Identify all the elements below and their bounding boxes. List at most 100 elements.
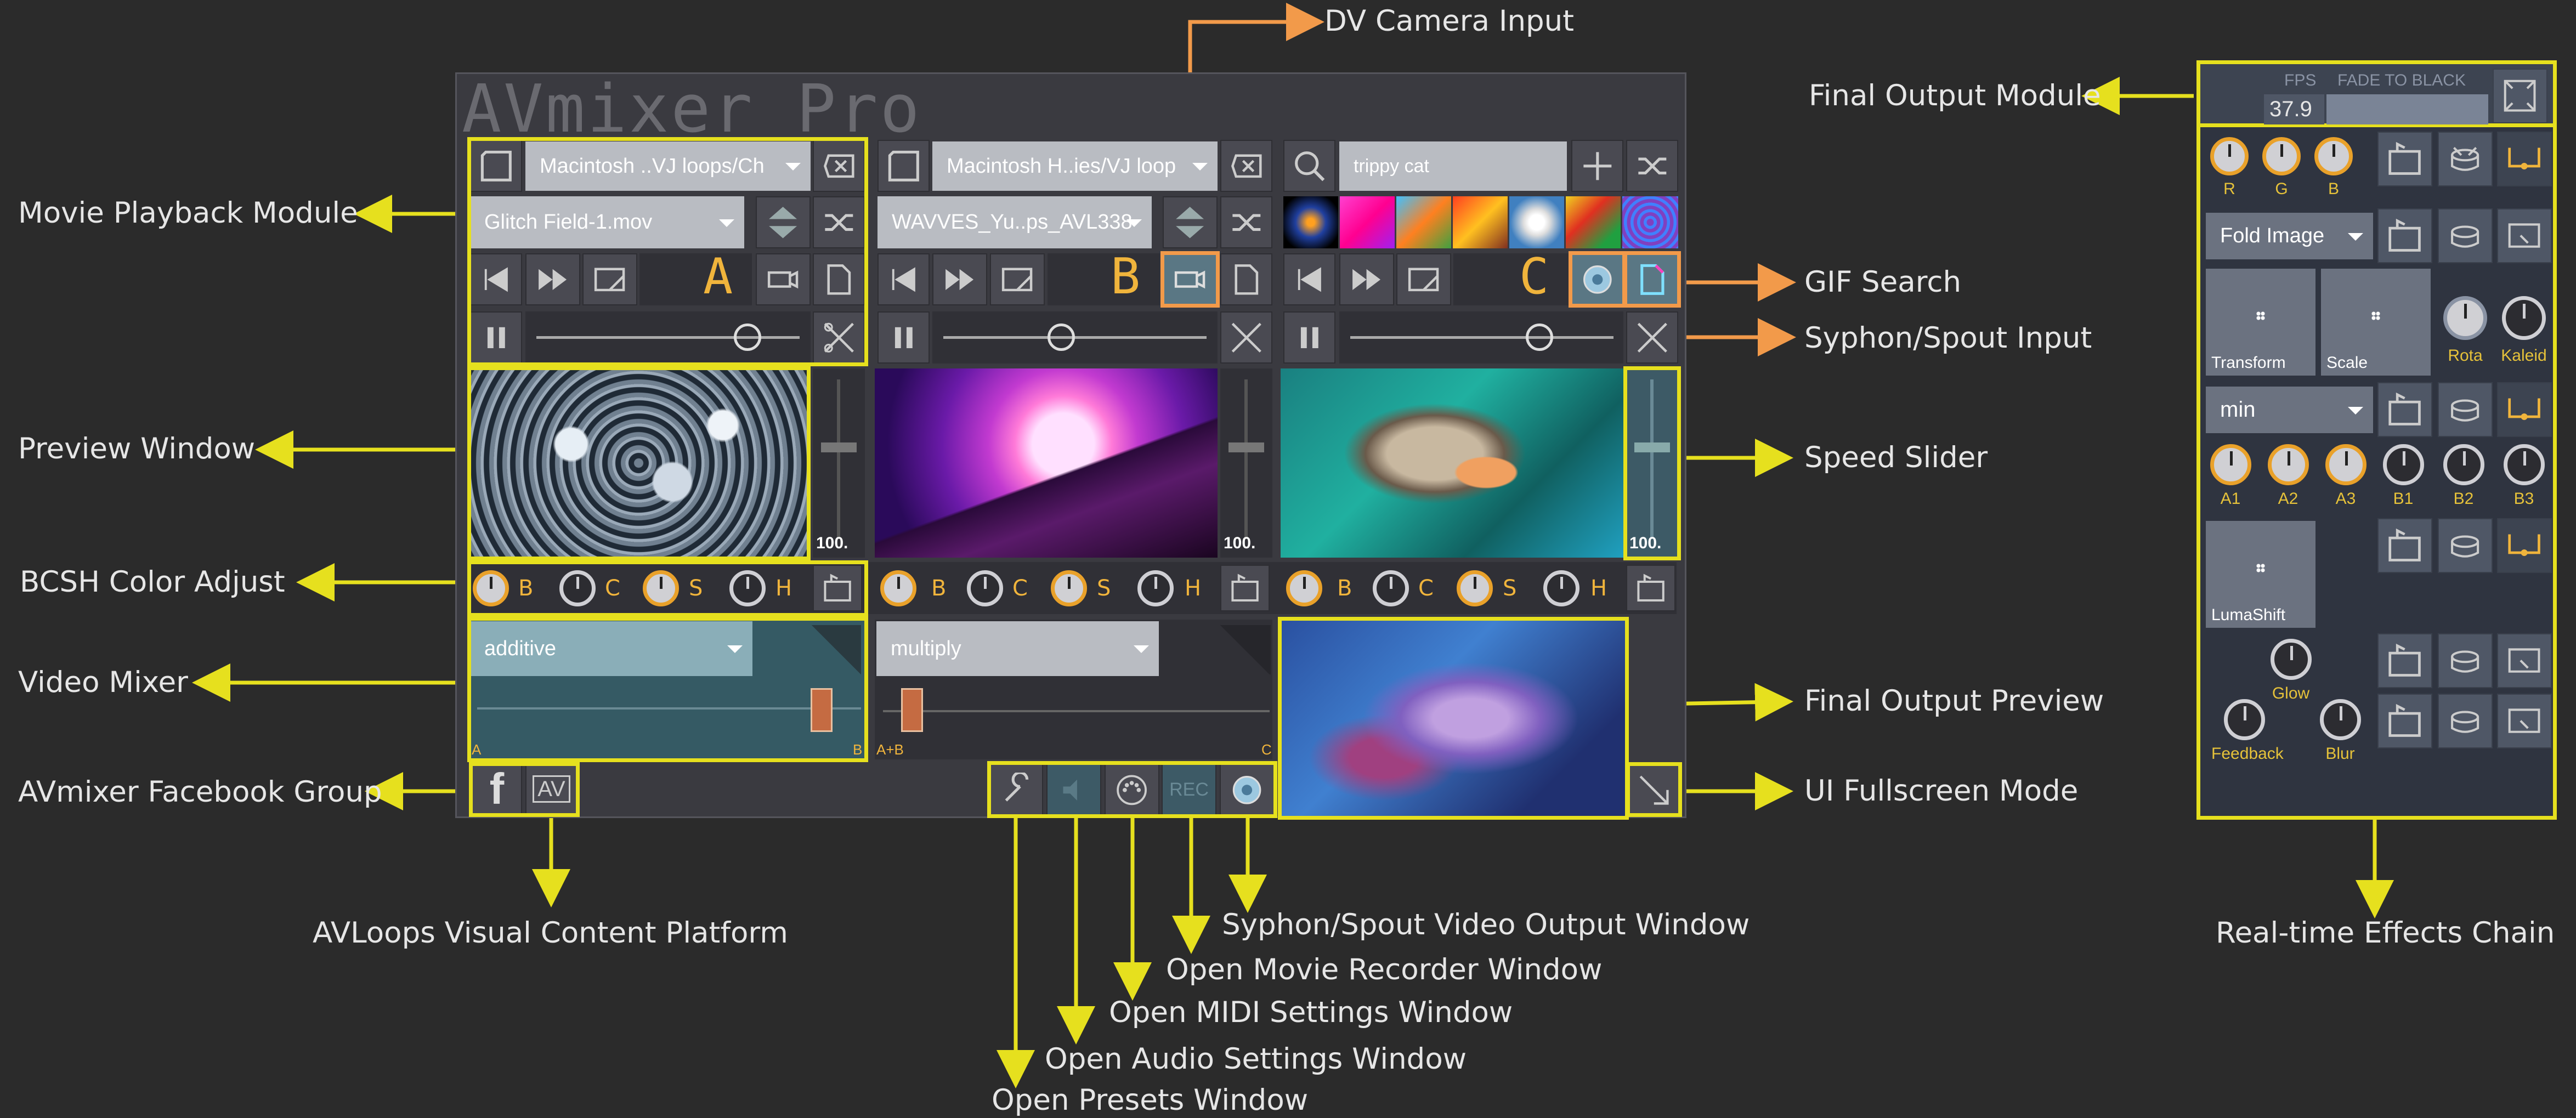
a3-knob[interactable] [2325, 444, 2366, 485]
deck-c-brightness-knob[interactable] [1286, 570, 1322, 606]
glow-knob[interactable] [2271, 639, 2312, 680]
deck-b-eject-button[interactable] [1220, 140, 1272, 192]
deck-b-rewind-button[interactable] [877, 253, 930, 305]
gif-search-icon-button[interactable] [1283, 140, 1335, 192]
mixer-abc-blend-select[interactable]: multiply [876, 621, 1159, 676]
lumashift-pad[interactable]: LumaShift [2206, 521, 2315, 628]
fade-to-black-slider[interactable] [2326, 94, 2488, 124]
annotation-dv-camera: DV Camera Input [1324, 4, 1575, 38]
effect1-select[interactable]: Fold Image [2206, 213, 2373, 259]
chevron-down-icon [2348, 406, 2363, 415]
deck-c-pause-button[interactable] [1283, 311, 1335, 364]
deck-b-fast-forward-button[interactable] [932, 253, 987, 305]
reset-icon [1231, 574, 1259, 602]
gif-thumbnail[interactable] [1509, 196, 1564, 248]
deck-b-loop-button[interactable] [990, 253, 1045, 305]
transform-pad[interactable]: Transform [2206, 269, 2315, 376]
annotation-fullscreen: UI Fullscreen Mode [1804, 774, 2079, 808]
effect4-random-button[interactable] [2438, 633, 2493, 688]
effect1-reset-button[interactable] [2377, 208, 2432, 263]
b2-knob[interactable] [2443, 444, 2484, 485]
blue-knob[interactable] [2314, 137, 2353, 175]
reset-icon [2388, 644, 2421, 677]
effect1-bypass-toggle[interactable] [2497, 208, 2552, 263]
effect2-reset-button[interactable] [2377, 382, 2432, 437]
deck-b-bcsh-reset-button[interactable] [1220, 565, 1270, 611]
gif-thumbnail[interactable] [1396, 196, 1451, 248]
rgb-bypass-toggle[interactable] [2497, 132, 2552, 186]
gif-shuffle-button[interactable] [1626, 140, 1678, 192]
mixer-abc-crossfader-track[interactable] [883, 710, 1270, 712]
deck-c-cut-button[interactable] [1626, 311, 1678, 364]
green-knob[interactable] [2262, 137, 2301, 175]
scrubber-handle[interactable] [1526, 324, 1553, 351]
deck-c-hue-knob[interactable] [1543, 570, 1579, 606]
deck-b-shuffle-button[interactable] [1220, 196, 1272, 248]
deck-b-folder-select[interactable]: Macintosh H..ies/VJ loop [932, 141, 1218, 191]
gif-thumbnail[interactable] [1566, 196, 1621, 248]
b1-knob[interactable] [2383, 444, 2424, 485]
highlight-fullscreen [1626, 762, 1682, 817]
deck-b-brightness-knob[interactable] [880, 570, 916, 606]
toggle-off-icon [2509, 648, 2540, 673]
highlight-preview-window [467, 366, 811, 560]
rgb-random-button[interactable] [2438, 132, 2493, 186]
a1-knob[interactable] [2210, 444, 2251, 485]
deck-c-loop-button[interactable] [1396, 253, 1451, 305]
kaleid-knob[interactable] [2502, 296, 2546, 340]
gif-thumbnail[interactable] [1622, 196, 1678, 248]
deck-c-bcsh-reset-button[interactable] [1626, 565, 1675, 611]
mixer-abc-crossfader-handle[interactable] [901, 688, 923, 732]
deck-b-saturation-knob[interactable] [1051, 570, 1087, 606]
output-fullscreen-button[interactable] [2493, 69, 2547, 123]
rgb-reset-button[interactable] [2377, 132, 2432, 186]
deck-b-hue-knob[interactable] [1137, 570, 1174, 606]
deck-b-folder-button[interactable] [877, 140, 930, 192]
blur-knob[interactable] [2320, 699, 2361, 740]
effect3-bypass-toggle[interactable] [2497, 518, 2552, 573]
red-knob[interactable] [2210, 137, 2249, 175]
effect4-bypass-toggle[interactable] [2497, 633, 2552, 688]
a2-knob[interactable] [2268, 444, 2309, 485]
deck-a-speed-slider[interactable]: 100. [813, 368, 865, 558]
effect4-reset-button[interactable] [2377, 633, 2432, 688]
deck-c-scrubber[interactable] [1339, 311, 1623, 364]
gif-thumbnail[interactable] [1283, 196, 1338, 248]
gif-thumbnail[interactable] [1453, 196, 1508, 248]
deck-b-file-select[interactable]: WAVVES_Yu..ps_AVL338 [877, 196, 1152, 248]
deck-b-scrubber[interactable] [932, 311, 1218, 364]
deck-b-prev-next-arrows[interactable] [1163, 196, 1218, 248]
effect3-reset-button[interactable] [2377, 518, 2432, 573]
pause-icon [894, 327, 913, 348]
effect5-bypass-toggle[interactable] [2497, 694, 2552, 748]
scale-pad[interactable]: Scale [2321, 269, 2431, 376]
feedback-knob[interactable] [2224, 699, 2265, 740]
deck-c-fast-forward-button[interactable] [1339, 253, 1394, 305]
effect5-reset-button[interactable] [2377, 694, 2432, 748]
effect2-select[interactable]: min [2206, 387, 2373, 433]
speed-handle[interactable] [821, 442, 857, 452]
deck-b-contrast-knob[interactable] [967, 570, 1003, 606]
deck-b-cut-button[interactable] [1220, 311, 1272, 364]
rota-knob[interactable] [2443, 296, 2487, 340]
drum-icon [2451, 399, 2479, 422]
deck-b-speed-slider[interactable]: 100. [1220, 368, 1272, 558]
effect3-random-button[interactable] [2438, 518, 2493, 573]
scrubber-handle[interactable] [1048, 324, 1075, 351]
b3-knob[interactable] [2504, 444, 2545, 485]
deck-c-contrast-knob[interactable] [1373, 570, 1409, 606]
deck-b-file-button[interactable] [1220, 253, 1272, 305]
deck-c-rewind-button[interactable] [1283, 253, 1335, 305]
deck-b-pause-button[interactable] [877, 311, 930, 364]
effect1-random-button[interactable] [2438, 208, 2493, 263]
effect2-bypass-toggle[interactable] [2497, 382, 2552, 437]
deck-c-saturation-knob[interactable] [1457, 570, 1493, 606]
skip-back-icon [892, 267, 915, 292]
gif-search-input[interactable]: trippy cat [1339, 141, 1567, 191]
effect2-random-button[interactable] [2438, 382, 2493, 437]
speed-handle[interactable] [1228, 442, 1264, 452]
gif-thumbnail[interactable] [1340, 196, 1395, 248]
reset-icon [2388, 142, 2421, 175]
effect5-random-button[interactable] [2438, 694, 2493, 748]
gif-add-button[interactable] [1571, 140, 1623, 192]
